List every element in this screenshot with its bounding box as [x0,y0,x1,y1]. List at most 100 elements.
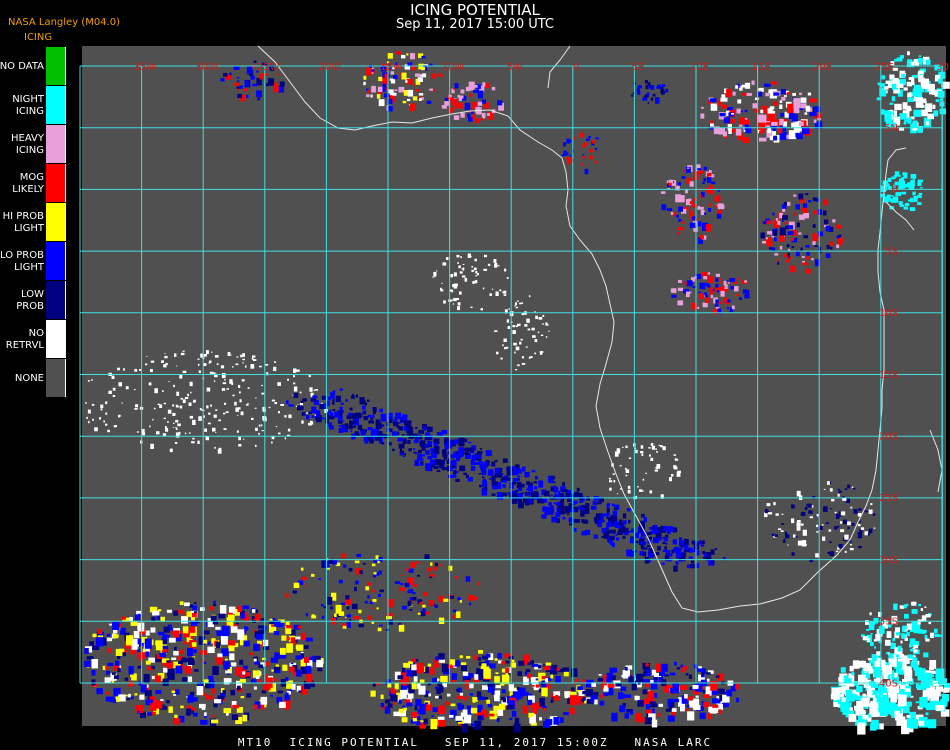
icing-pixel [240,613,245,619]
icing-pixel [308,411,313,415]
icing-pixel [606,672,613,677]
icing-pixel [910,174,917,179]
icing-pixel [795,132,799,138]
icing-pixel [780,530,784,532]
icing-pixel [230,689,235,696]
icing-pixel [790,237,794,241]
icing-pixel [279,647,286,655]
icing-pixel [342,625,347,629]
icing-pixel [425,704,433,711]
icing-pixel [518,660,525,666]
icing-pixel [938,78,942,84]
icing-pixel [712,308,718,315]
icing-pixel [718,278,722,281]
icing-pixel [487,703,492,708]
icing-pixel [457,703,462,708]
icing-pixel [793,107,800,113]
icing-pixel [438,705,446,714]
icing-pixel [522,492,524,494]
icing-pixel [244,88,248,92]
icing-pixel [553,502,556,505]
icing-pixel [792,114,798,122]
icing-pixel [783,538,786,541]
icing-pixel [526,493,529,496]
icing-pixel [910,61,914,67]
icing-pixel [401,434,405,436]
icing-pixel [727,124,732,131]
icing-pixel [457,597,461,601]
icing-pixel [346,415,351,420]
icing-pixel [393,711,401,717]
icing-pixel [934,628,938,634]
icing-pixel [718,709,722,715]
icing-pixel [691,560,694,564]
icing-pixel [921,629,927,633]
icing-pixel [182,370,187,373]
icing-pixel [606,522,612,527]
icing-pixel [253,643,260,651]
icing-pixel [714,548,718,550]
icing-pixel [670,672,676,676]
icing-pixel [775,218,779,221]
icing-pixel [398,443,405,449]
icing-pixel [837,525,840,528]
icing-pixel [104,677,111,683]
icing-pixel [546,323,549,326]
icing-pixel [372,599,377,602]
icing-pixel [682,666,688,670]
icing-pixel [442,262,447,266]
icing-pixel [420,720,424,723]
icing-pixel [293,386,298,392]
icing-pixel [240,411,244,416]
icing-pixel [489,293,492,296]
icing-pixel [917,202,922,206]
icing-pixel [265,364,269,366]
icing-pixel [413,448,416,451]
icing-pixel [890,646,894,649]
icing-pixel [913,655,916,658]
icing-pixel [535,476,538,480]
icing-pixel [143,674,150,683]
icing-pixel [408,568,414,573]
icing-pixel [411,664,417,671]
icing-pixel [628,457,632,459]
icing-pixel [514,305,517,307]
icing-pixel [628,519,631,524]
longitude-label: 30E [936,62,950,73]
icing-pixel [918,75,924,81]
icing-pixel [767,231,773,235]
icing-pixel [503,294,507,296]
icing-pixel [145,651,149,657]
icing-pixel [471,451,475,454]
icing-pixel [237,415,239,416]
icing-pixel [358,609,362,614]
icing-pixel [443,598,449,602]
icing-pixel [491,288,494,290]
icing-pixel [699,282,706,290]
icing-pixel [112,395,116,397]
icing-pixel [684,694,688,699]
icing-pixel [474,118,479,124]
icing-pixel [300,567,304,571]
icing-pixel [372,89,375,91]
icing-pixel [719,113,726,117]
icing-pixel [224,402,227,405]
icing-pixel [784,531,787,535]
icing-pixel [635,449,638,454]
icing-pixel [915,701,920,704]
icing-pixel [646,532,652,535]
icing-pixel [262,657,266,661]
icing-pixel [718,204,725,209]
icing-pixel [314,656,321,661]
icing-pixel [737,99,742,104]
icing-pixel [301,576,307,580]
icing-pixel [555,695,559,700]
icing-pixel [229,72,232,76]
icing-pixel [635,674,643,683]
icing-pixel [210,351,213,353]
icing-pixel [931,90,937,95]
icing-pixel [670,687,676,694]
icing-pixel [456,254,460,258]
icing-pixel [923,652,929,658]
icing-pixel [774,237,777,242]
